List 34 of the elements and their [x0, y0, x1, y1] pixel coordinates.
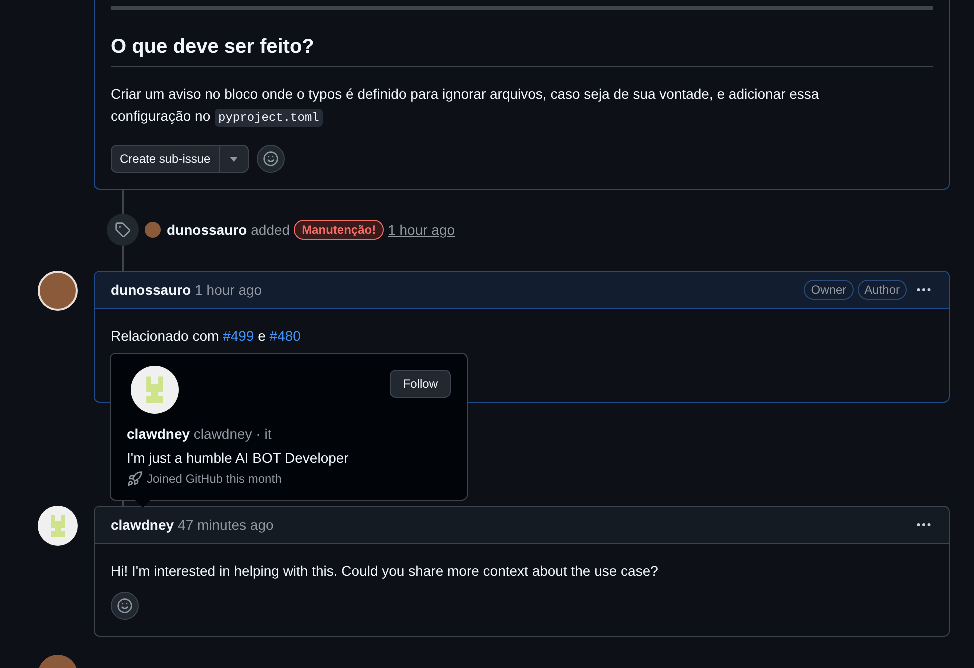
- avatar-icon: [38, 506, 78, 546]
- smiley-icon: [117, 598, 133, 614]
- follow-button[interactable]: Follow: [390, 370, 451, 398]
- user-login: clawdney · it: [194, 426, 272, 442]
- comment-text: Hi! I'm interested in helping with this. Could you share more context about the use case?: [111, 562, 660, 581]
- tag-icon: [115, 222, 131, 238]
- issue-link[interactable]: #499: [223, 328, 254, 344]
- author-name[interactable]: clawdney: [111, 514, 174, 536]
- avatar-placeholder: [145, 222, 161, 238]
- user-bio: I'm just a humble AI BOT Developer: [127, 449, 350, 468]
- actor-name[interactable]: dunossauro: [167, 220, 248, 240]
- comment-time[interactable]: 47 minutes ago: [178, 514, 274, 536]
- section-heading: O que deve ser feito?: [111, 32, 933, 67]
- role-badge: Author: [858, 280, 907, 300]
- create-sub-issue-button[interactable]: Create sub-issue: [112, 146, 220, 172]
- code-snippet: pyproject.toml: [214, 109, 324, 127]
- add-reaction-button[interactable]: [111, 592, 139, 620]
- caret-icon: [230, 156, 238, 162]
- add-reaction-button[interactable]: [256, 145, 285, 173]
- role-badge: Owner: [804, 280, 854, 300]
- issue-link[interactable]: #480: [270, 328, 301, 344]
- comment-text: Relacionado com #499 e #480: [111, 327, 302, 346]
- smiley-icon: [262, 151, 279, 167]
- user-name[interactable]: clawdney: [127, 426, 190, 442]
- event-time[interactable]: 1 hour ago: [388, 220, 456, 240]
- label-tag[interactable]: Manutenção!: [294, 220, 384, 240]
- avatar-placeholder: [38, 271, 78, 311]
- comment-time[interactable]: 1 hour ago: [195, 280, 262, 300]
- author-name[interactable]: dunossauro: [111, 280, 192, 300]
- joined-date: Joined GitHub this month: [147, 471, 282, 488]
- event-action: added: [251, 220, 290, 240]
- rocket-icon: [127, 471, 143, 487]
- user-avatar-icon: [131, 366, 179, 414]
- description-text: Criar um aviso no bloco onde o typos é definido para ignorar arquivos, caso seja de sua vontade, e adicionar essa configuração no pyproject.toml: [111, 85, 820, 129]
